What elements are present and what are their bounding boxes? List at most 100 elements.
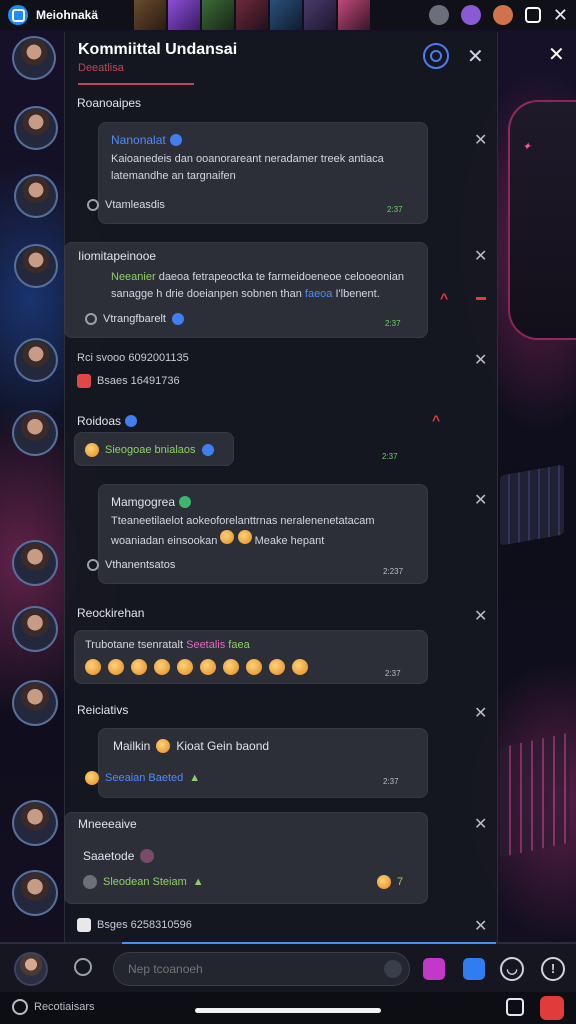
close-icon[interactable]: ✕ xyxy=(553,6,568,24)
card-title-text: Nanonalat xyxy=(111,133,166,147)
avatar-icon[interactable] xyxy=(428,5,449,25)
chat-icon[interactable] xyxy=(463,958,485,980)
keyboard-decoration xyxy=(500,464,564,546)
avatar[interactable] xyxy=(12,410,58,456)
avatar[interactable] xyxy=(14,174,58,218)
nav-status-text: Recotiaisars xyxy=(34,1001,95,1013)
thumbnail[interactable] xyxy=(168,0,201,30)
card-body: Kaioanedeis dan ooanorareant neradamer t… xyxy=(111,153,384,182)
close-icon[interactable]: ✕ xyxy=(474,703,487,723)
emoji-icon[interactable] xyxy=(292,659,308,675)
status-icon[interactable] xyxy=(12,999,28,1015)
info-icon[interactable]: ! xyxy=(541,957,565,981)
reply-icon[interactable] xyxy=(87,559,99,571)
close-icon[interactable]: ✕ xyxy=(474,130,487,150)
thumbnail[interactable] xyxy=(270,0,303,30)
avatar[interactable] xyxy=(12,870,58,916)
close-icon[interactable]: ✕ xyxy=(474,350,487,370)
emoji-icon xyxy=(377,875,391,889)
message-input[interactable] xyxy=(113,952,410,986)
reaction-count-value: 7 xyxy=(397,876,404,888)
emoji-icon[interactable] xyxy=(223,659,239,675)
badge-icon xyxy=(169,134,182,146)
section-subline: Bsges 6258310596 xyxy=(77,918,192,932)
flag-icon xyxy=(77,374,91,388)
record-button[interactable] xyxy=(540,996,564,1020)
close-icon[interactable]: ✕ xyxy=(474,490,487,510)
section-label: Reockirehan xyxy=(77,606,145,620)
panel-header: Kommiittal Undansai Deeatlisa ✕ xyxy=(65,32,499,88)
close-icon[interactable]: ✕ xyxy=(474,246,487,266)
close-icon[interactable]: ✕ xyxy=(474,606,487,626)
reply-icon[interactable] xyxy=(85,313,97,325)
emoji-icon xyxy=(85,443,99,457)
section-subline-text: Bsges 6258310596 xyxy=(97,919,192,931)
close-icon[interactable]: ✕ xyxy=(474,814,487,834)
emoji-icon[interactable] xyxy=(154,659,170,675)
avatar-icon[interactable] xyxy=(492,5,513,25)
emoji-icon[interactable] xyxy=(246,659,262,675)
close-icon[interactable]: ✕ xyxy=(467,44,484,69)
emoji-row xyxy=(85,659,308,675)
emoji-icon[interactable] xyxy=(85,659,101,675)
chair-logo: ✦ xyxy=(522,141,532,153)
emoji-icon[interactable] xyxy=(131,659,147,675)
card-title-text: Saaetode xyxy=(83,849,135,863)
close-icon[interactable]: ✕ xyxy=(548,42,565,67)
thumbnail[interactable] xyxy=(236,0,269,30)
emoji-icon[interactable] xyxy=(200,659,216,675)
emoji-icon[interactable] xyxy=(177,659,193,675)
card-footer: Vtrangfbarelt xyxy=(85,313,184,325)
avatar[interactable] xyxy=(14,244,58,288)
card-author: Vthanentsatos xyxy=(105,559,176,571)
emoji-icon[interactable] xyxy=(269,659,285,675)
app-icon[interactable] xyxy=(8,5,28,25)
card-body: Trubotane tsenratalt Seetalis faea xyxy=(85,637,425,654)
heart-icon[interactable] xyxy=(74,958,92,976)
mic-icon[interactable] xyxy=(384,960,402,978)
avatar[interactable] xyxy=(14,952,48,986)
avatar[interactable] xyxy=(12,800,58,846)
chip-card[interactable]: Sieogoae bnialaos xyxy=(74,432,234,466)
avatar[interactable] xyxy=(12,680,58,726)
avatar[interactable] xyxy=(12,36,56,80)
close-icon[interactable]: ✕ xyxy=(474,916,487,936)
thumbnail[interactable] xyxy=(134,0,167,30)
home-indicator[interactable] xyxy=(195,1008,381,1013)
keyboard-decoration-pink xyxy=(500,732,570,858)
nav-status: Recotiaisars xyxy=(12,999,95,1015)
message-card[interactable]: Iiomitapeinooe Neeanier daeoa fetrapeoct… xyxy=(64,242,428,338)
avatar[interactable] xyxy=(14,106,58,150)
panel-title: Kommiittal Undansai xyxy=(78,41,238,58)
nav-bar: Recotiaisars xyxy=(0,992,576,1024)
message-card[interactable]: Mailkin Kioat Gein baond Seeaian Baeted … xyxy=(85,728,428,798)
avatar[interactable] xyxy=(12,540,58,586)
card-title: Mailkin Kioat Gein baond xyxy=(113,739,269,753)
video-icon[interactable] xyxy=(423,958,445,980)
card-title: Iiomitapeinooe xyxy=(78,249,157,263)
emoji-icon[interactable] xyxy=(108,659,124,675)
emoji-icon xyxy=(220,530,235,544)
thumbnail[interactable] xyxy=(338,0,371,30)
card-body-text: I'lbenent. xyxy=(332,288,380,300)
reaction-icon[interactable]: ◡ xyxy=(500,957,524,981)
card-body-link[interactable]: faeoa xyxy=(305,288,333,300)
avatar[interactable] xyxy=(14,338,58,382)
thumbnail[interactable] xyxy=(304,0,337,30)
section-label-text: Roidoas xyxy=(77,414,122,428)
section-label: Roidoas xyxy=(77,414,138,428)
share-icon[interactable] xyxy=(524,7,541,23)
message-card[interactable]: Nanonalat Kaioanedeis dan ooanorareant n… xyxy=(87,122,428,224)
avatar[interactable] xyxy=(12,606,58,652)
emoji-icon xyxy=(237,530,252,544)
thumbnail-strip xyxy=(134,0,371,30)
avatar-icon[interactable] xyxy=(460,5,481,25)
thumbnail[interactable] xyxy=(202,0,235,30)
card-footer: Seeaian Baeted ▲ xyxy=(85,771,200,785)
reaction-card[interactable]: Trubotane tsenratalt Seetalis faea 2:37 xyxy=(74,630,428,684)
reply-icon[interactable] xyxy=(87,199,99,211)
search-icon[interactable] xyxy=(423,43,449,69)
message-card[interactable]: Mamgogrea Tteaneetilaelot aokeoforelantt… xyxy=(87,484,428,584)
edit-icon[interactable] xyxy=(506,998,524,1016)
message-card[interactable]: Mneeeaive Saaetode Sleodean Steiam ▲ 7 xyxy=(64,812,428,904)
